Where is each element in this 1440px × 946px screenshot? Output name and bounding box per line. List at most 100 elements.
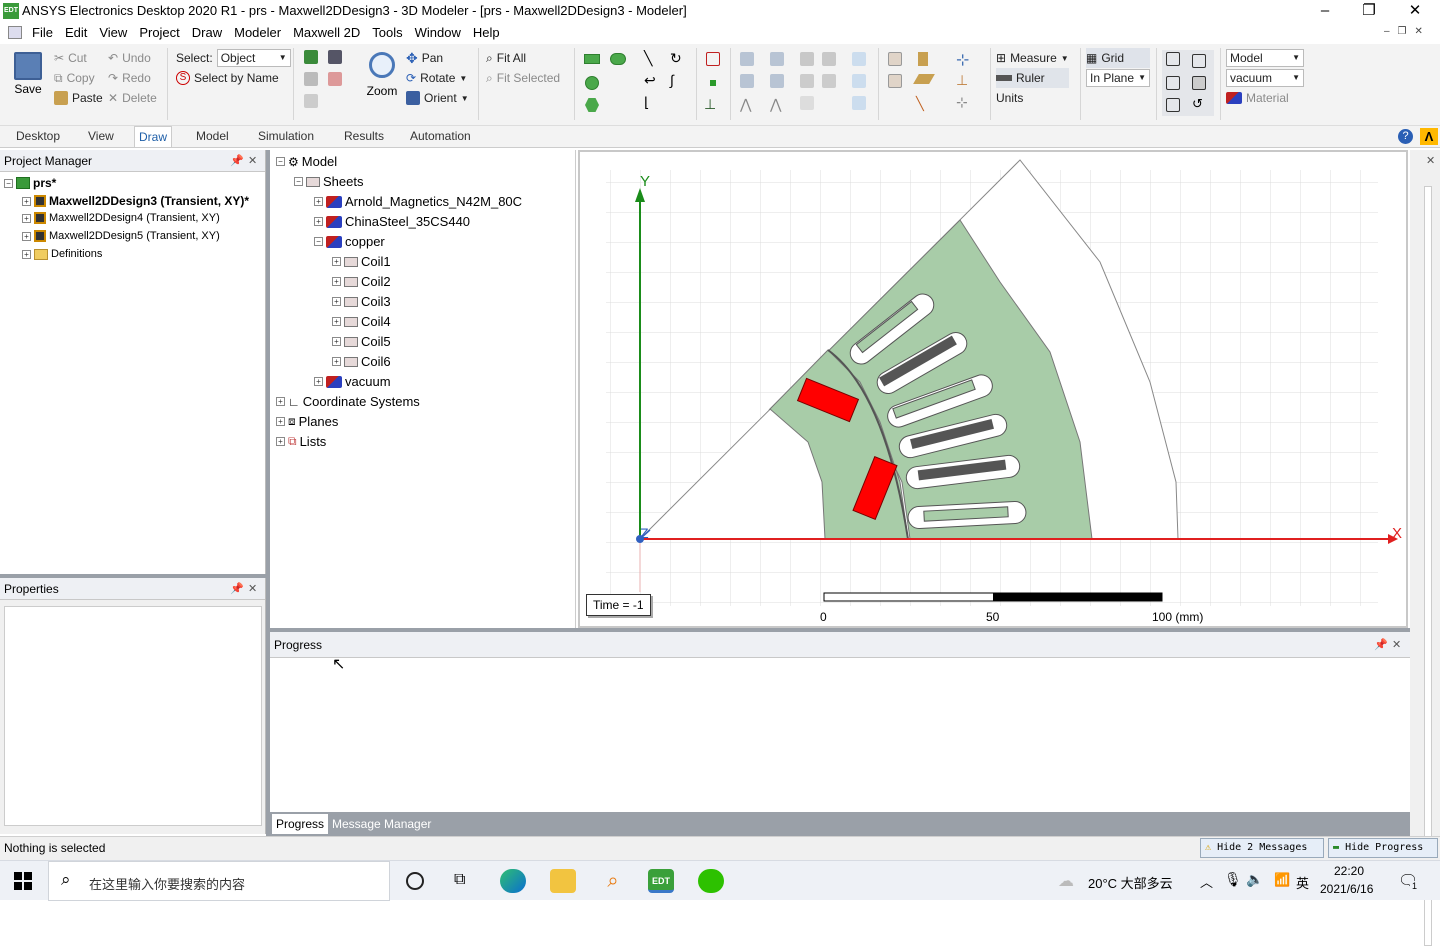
tree-design-item[interactable]: + Maxwell2DDesign3 (Transient, XY)* (22, 194, 249, 208)
tree-coil-item[interactable]: + Coil6 (332, 354, 391, 369)
material-button[interactable]: Material (1226, 88, 1304, 108)
orient-button[interactable]: Orient ▼ (406, 88, 469, 108)
pin-icon[interactable]: 📌 (230, 150, 244, 172)
plane-dropdown[interactable]: In Plane ▼ (1086, 69, 1150, 87)
scale-icon[interactable] (852, 96, 866, 110)
tree-material-item[interactable]: − copper (314, 234, 385, 249)
tree-coil-item[interactable]: + Coil5 (332, 334, 391, 349)
units-button[interactable]: Units (996, 88, 1069, 108)
fit-all-button[interactable]: ⌕ Fit All (486, 48, 560, 68)
show-all-icon[interactable] (304, 72, 318, 86)
tree-lists[interactable]: + ⧉ Lists (276, 434, 326, 449)
rotate-button[interactable]: ⟳ Rotate ▼ (406, 68, 469, 88)
menu-draw[interactable]: Draw (186, 23, 228, 43)
model-dropdown[interactable]: Model ▼ (1226, 49, 1304, 67)
mirror-duplicate-icon[interactable]: ⋀ (740, 96, 751, 113)
grid-button[interactable]: ▦ Grid (1086, 48, 1150, 68)
move-icon[interactable] (852, 52, 866, 66)
ime-indicator[interactable]: 英 (1296, 873, 1309, 892)
modeler-viewport[interactable]: X Y Z 0 50 100 (mm) Time = -1 (578, 150, 1408, 628)
menu-help[interactable]: Help (467, 23, 506, 43)
snap-edge-icon[interactable] (1166, 76, 1180, 90)
pin-icon[interactable]: 📌 (230, 578, 244, 600)
viewport-canvas[interactable]: X Y Z 0 50 100 (mm) (580, 152, 1406, 626)
ruler-button[interactable]: Ruler (996, 68, 1069, 88)
tree-project[interactable]: − prs* (4, 176, 56, 190)
subtract-icon[interactable] (822, 52, 836, 66)
menu-project[interactable]: Project (133, 23, 185, 43)
clock-date[interactable]: 2021/6/16 (1320, 882, 1373, 896)
rotate-object-icon[interactable] (852, 74, 866, 88)
edge-icon[interactable] (500, 869, 526, 893)
tree-material-item[interactable]: + Arnold_Magnetics_N42M_80C (314, 194, 522, 209)
show-icon[interactable] (304, 50, 318, 64)
line-icon[interactable]: ╲ (644, 50, 652, 67)
arc-curve-icon[interactable]: ⌊ (644, 94, 649, 111)
paste-button[interactable]: Paste (54, 88, 103, 108)
cortana-icon[interactable] (406, 872, 424, 890)
close-panel-icon[interactable]: ✕ (248, 150, 257, 172)
relative-cs-icon[interactable]: ⊥ (956, 72, 968, 89)
tree-coil-item[interactable]: + Coil2 (332, 274, 391, 289)
close-panel-icon[interactable]: ✕ (1392, 634, 1401, 656)
coordinate-system-icon[interactable]: ⊹ (956, 50, 969, 70)
redo-button[interactable]: ↷ Redo (108, 68, 157, 88)
wechat-icon[interactable] (698, 869, 724, 893)
box-icon[interactable] (706, 52, 720, 66)
tab-draw[interactable]: Draw (134, 126, 173, 147)
tab-automation[interactable]: Automation (406, 126, 475, 146)
face-cs-icon[interactable]: ⊹ (956, 94, 968, 111)
doc-icon[interactable] (8, 26, 22, 39)
pin-icon[interactable]: 📌 (1374, 634, 1388, 656)
search-app-icon[interactable]: ⌕ (600, 869, 626, 893)
menu-maxwell2d[interactable]: Maxwell 2D (287, 23, 366, 43)
clock-time[interactable]: 22:20 (1334, 864, 1364, 878)
close-panel-icon[interactable]: ✕ (248, 578, 257, 600)
mdi-controls[interactable]: –❐✕ (1384, 26, 1431, 37)
menu-window[interactable]: Window (409, 23, 467, 43)
snap-face-icon[interactable] (1192, 76, 1206, 90)
help-icon[interactable]: ? (1398, 129, 1413, 144)
polygon-icon[interactable] (585, 98, 599, 112)
tree-design-item[interactable]: + Maxwell2DDesign4 (Transient, XY) (22, 212, 220, 224)
network-icon[interactable]: 📶 (1274, 872, 1290, 888)
tab-simulation[interactable]: Simulation (254, 126, 318, 146)
task-view-icon[interactable]: ⧉ (454, 871, 465, 889)
menu-edit[interactable]: Edit (59, 23, 93, 43)
taskbar-search-box[interactable]: ⌕ 在这里输入你要搜索的内容 (48, 861, 390, 901)
side-scrollbar[interactable] (1424, 186, 1432, 946)
volume-icon[interactable]: 🔈 (1246, 871, 1263, 888)
measure-button[interactable]: ⊞ Measure ▼ (996, 48, 1069, 68)
delete-button[interactable]: ✕ Delete (108, 88, 157, 108)
cylinder-icon[interactable] (918, 52, 928, 66)
menu-modeler[interactable]: Modeler (228, 23, 287, 43)
imprint-icon[interactable] (822, 74, 836, 88)
face-icon[interactable] (888, 52, 902, 66)
show-hidden-icons[interactable]: ︿ (1200, 872, 1213, 891)
save-button[interactable]: Save (10, 50, 46, 106)
snap-grid-icon[interactable] (1166, 52, 1180, 66)
snap-arc-icon[interactable]: ↺ (1192, 96, 1203, 112)
ellipse-icon[interactable] (610, 53, 626, 65)
close-viewport-icon[interactable]: ✕ (1426, 154, 1435, 167)
tab-message-manager[interactable]: Message Manager (332, 814, 431, 834)
equation-curve-icon[interactable]: ∫ (670, 72, 674, 88)
select-by-name-button[interactable]: S Select by Name (176, 68, 291, 88)
snap-vertex-icon[interactable] (1192, 54, 1206, 68)
rectangle-icon[interactable] (584, 54, 600, 64)
tab-results[interactable]: Results (340, 126, 388, 146)
spline-icon[interactable]: ↩ (644, 72, 656, 89)
hide-messages-button[interactable]: ⚠ Hide 2 Messages (1200, 838, 1324, 858)
tree-sheets[interactable]: − Sheets (294, 174, 363, 189)
hide-all-icon[interactable] (328, 72, 342, 86)
menu-tools[interactable]: Tools (366, 23, 408, 43)
tab-progress[interactable]: Progress (272, 814, 329, 834)
hide-icon[interactable] (328, 50, 342, 64)
tree-coordinate-systems[interactable]: + ∟ Coordinate Systems (276, 394, 420, 409)
material-dropdown[interactable]: vacuum ▼ (1226, 69, 1304, 87)
eye-icon[interactable] (304, 94, 318, 108)
maximize-button[interactable]: ❐ (1346, 0, 1392, 22)
hide-progress-button[interactable]: ▬ Hide Progress (1328, 838, 1438, 858)
plane-point-icon[interactable]: ⊥ (704, 96, 716, 113)
duplicate-icon[interactable] (770, 74, 784, 88)
